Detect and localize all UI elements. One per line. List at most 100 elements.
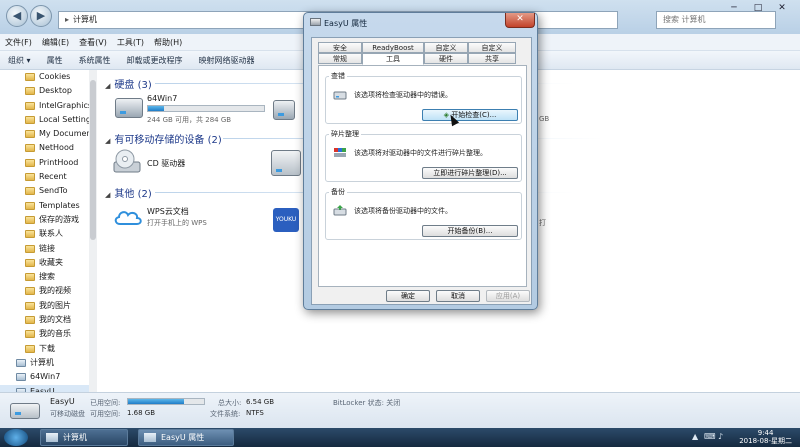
sidebar-item[interactable]: 计算机 [0, 356, 91, 370]
removable-label: 可移动磁盘 [50, 410, 85, 418]
dialog-body: 安全 ReadyBoost 自定义 自定义 常规 工具 硬件 共享 查错 该选项… [311, 37, 532, 305]
system-properties-button[interactable]: 系统属性 [71, 51, 119, 70]
tab-readyboost[interactable]: ReadyBoost [362, 42, 424, 53]
sidebar-item[interactable]: IntelGraphicsI [0, 99, 91, 113]
sidebar-item[interactable]: 下载 [0, 342, 91, 356]
sidebar-item[interactable]: 联系人 [0, 227, 91, 241]
check-legend: 查错 [329, 71, 347, 81]
sidebar-item[interactable]: EasyU [0, 384, 91, 392]
tab-sharing[interactable]: 共享 [468, 53, 516, 64]
maximize-button[interactable]: □ [746, 0, 770, 17]
removable-drive-icon[interactable] [271, 150, 301, 176]
start-check-button[interactable]: ◈ 开始检查(C)... [422, 109, 518, 121]
sidebar-item-label: Recent [39, 172, 67, 182]
backup-button[interactable]: 开始备份(B)... [422, 225, 518, 237]
sidebar-item-label: Templates [39, 200, 80, 210]
uninstall-button[interactable]: 卸载或更改程序 [119, 51, 191, 70]
menu-view[interactable]: 查看(V) [74, 34, 112, 51]
start-check-label: 开始检查(C)... [451, 111, 497, 119]
minimize-button[interactable]: ─ [722, 0, 746, 17]
folder-icon [25, 244, 35, 253]
sidebar-item-label: 我的文档 [39, 315, 71, 325]
group-removable[interactable]: ◢ 有可移动存储的设备 (2) [105, 131, 222, 146]
dialog-title: EasyU 属性 [324, 19, 368, 28]
task-explorer[interactable]: 计算机 [40, 429, 128, 446]
tray-speaker-icon[interactable]: ♪ [718, 432, 723, 441]
sidebar-item[interactable]: NetHood [0, 141, 91, 155]
group-hdd[interactable]: ◢ 硬盘 (3) [105, 76, 152, 91]
clock-date: 2018-08-星期二 [739, 437, 792, 445]
sidebar-item[interactable]: My Document [0, 127, 91, 141]
folder-icon [25, 187, 35, 196]
sidebar-item-label: 保存的游戏 [39, 214, 79, 224]
back-button[interactable]: ◀ [6, 5, 28, 27]
tab-tools[interactable]: 工具 [362, 53, 424, 65]
close-button[interactable]: ✕ [770, 0, 794, 17]
sidebar-item[interactable]: 我的图片 [0, 299, 91, 313]
menu-tools[interactable]: 工具(T) [112, 34, 149, 51]
sidebar-item[interactable]: Templates [0, 199, 91, 213]
forward-button[interactable]: ▶ [30, 5, 52, 27]
status-usage-bar [127, 398, 205, 405]
sidebar-item[interactable]: Local Settings [0, 113, 91, 127]
tab-general[interactable]: 常规 [318, 53, 362, 64]
menu-help[interactable]: 帮助(H) [149, 34, 187, 51]
cancel-button[interactable]: 取消 [436, 290, 480, 302]
drive-name: CD 驱动器 [147, 159, 186, 168]
tools-panel: 查错 该选项将检查驱动器中的错误。 ◈ 开始检查(C)... 碎片整理 该选项将… [318, 65, 527, 287]
sidebar-item[interactable]: Cookies [0, 70, 91, 84]
sidebar-item[interactable]: PrintHood [0, 156, 91, 170]
properties-dialog: EasyU 属性 ✕ 安全 ReadyBoost 自定义 自定义 常规 工具 硬… [303, 12, 538, 310]
dialog-close-button[interactable]: ✕ [505, 13, 535, 28]
sidebar-item[interactable]: 搜索 [0, 270, 91, 284]
sidebar-item[interactable]: SendTo [0, 184, 91, 198]
tab-hardware[interactable]: 硬件 [424, 53, 468, 64]
clock[interactable]: 9:44 2018-08-星期二 [739, 429, 792, 445]
folder-icon [25, 173, 35, 182]
sidebar-item[interactable]: 保存的游戏 [0, 213, 91, 227]
bitlocker-status: BitLocker 状态: 关闭 [333, 399, 401, 407]
menu-edit[interactable]: 编辑(E) [37, 34, 74, 51]
organize-button[interactable]: 组织 ▾ [0, 51, 39, 70]
tab-security[interactable]: 安全 [318, 42, 362, 53]
menu-file[interactable]: 文件(F) [0, 34, 37, 51]
drive-icon [310, 18, 321, 26]
sidebar-item-label: IntelGraphicsI [39, 100, 92, 110]
hard-drive-icon[interactable] [273, 100, 295, 120]
start-button[interactable] [4, 429, 28, 446]
tab-customize[interactable]: 自定义 [468, 42, 516, 53]
backup-text: 该选项将备份驱动器中的文件。 [354, 207, 452, 215]
task-easyu-properties[interactable]: EasyU 属性 [138, 429, 234, 446]
sidebar-item[interactable]: Recent [0, 170, 91, 184]
task-label: 计算机 [63, 433, 87, 442]
collapse-arrow-icon: ◢ [105, 137, 111, 145]
navigation-scroll-thumb[interactable] [90, 80, 96, 240]
drive-usage-bar [147, 105, 265, 112]
group-other[interactable]: ◢ 其他 (2) [105, 185, 152, 200]
tray-keyboard-icon[interactable]: ⌨ [704, 432, 716, 441]
sidebar-item[interactable]: 我的音乐 [0, 327, 91, 341]
removable-drive-icon [10, 403, 40, 419]
tab-previous-versions[interactable]: 自定义 [424, 42, 468, 53]
sidebar-item[interactable]: 我的文档 [0, 313, 91, 327]
ok-button[interactable]: 确定 [386, 290, 430, 302]
sidebar-item[interactable]: 我的视频 [0, 284, 91, 298]
folder-icon [25, 258, 35, 267]
defrag-button[interactable]: 立即进行碎片整理(D)... [422, 167, 518, 179]
breadcrumb-chevron-icon: ▸ [65, 15, 70, 24]
map-drive-button[interactable]: 映射网络驱动器 [191, 51, 263, 70]
free-label: 可用空间: [90, 410, 121, 418]
sidebar-item[interactable]: 链接 [0, 242, 91, 256]
properties-button[interactable]: 属性 [39, 51, 71, 70]
taskbar: 计算机 EasyU 属性 ▲ ⌨ ♪ 9:44 2018-08-星期二 [0, 428, 800, 447]
sidebar-item-label: 我的音乐 [39, 329, 71, 339]
youku-icon[interactable]: YOUKU [273, 208, 299, 232]
tray-network-icon[interactable]: ▲ [692, 432, 698, 441]
sidebar-item[interactable]: 收藏夹 [0, 256, 91, 270]
sidebar-item[interactable]: 64Win7 [0, 370, 91, 384]
sidebar-item[interactable]: Desktop [0, 84, 91, 98]
sidebar-item-label: Desktop [39, 86, 72, 96]
check-section: 查错 该选项将检查驱动器中的错误。 ◈ 开始检查(C)... [325, 71, 522, 124]
task-label: EasyU 属性 [161, 433, 205, 442]
apply-button[interactable]: 应用(A) [486, 290, 530, 302]
